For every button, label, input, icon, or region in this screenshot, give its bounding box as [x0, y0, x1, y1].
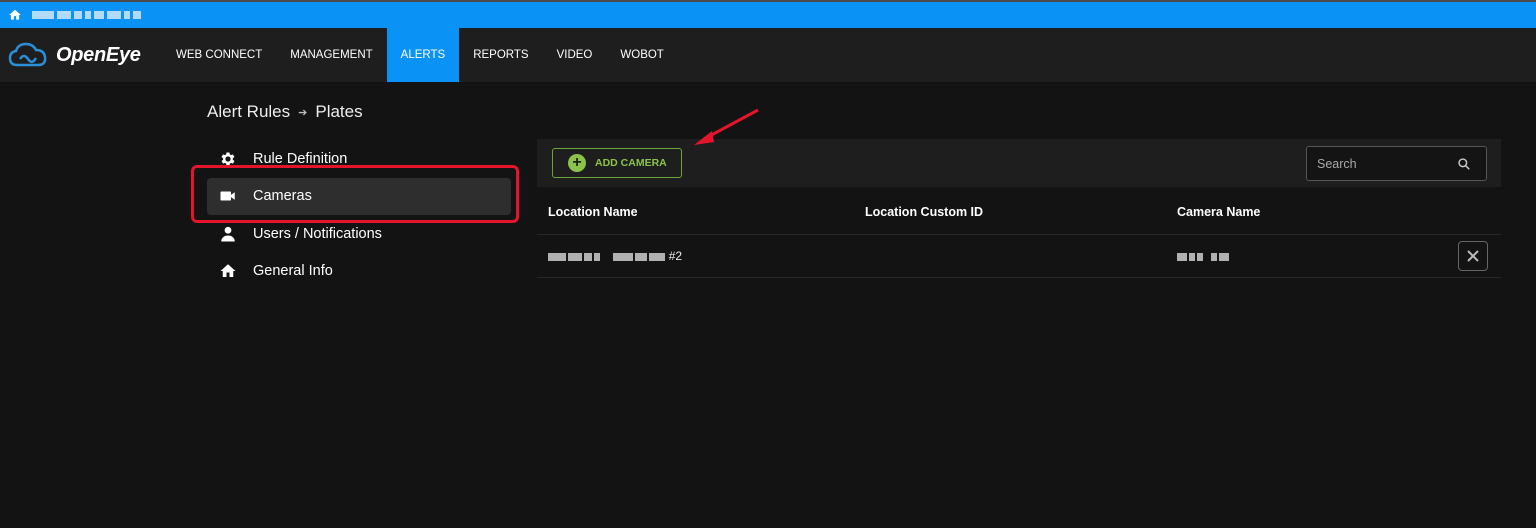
redacted-location-2: [613, 252, 666, 261]
nav-wobot[interactable]: WOBOT: [606, 28, 677, 82]
remove-camera-button[interactable]: [1458, 241, 1488, 271]
cloud-logo-icon: [8, 42, 47, 67]
table-row: #2: [537, 235, 1501, 278]
cell-location-name: #2: [548, 249, 682, 263]
video-camera-icon: [220, 191, 235, 201]
header-camera-name: Camera Name: [1177, 205, 1261, 219]
main-nav: OpenEye WEB CONNECT MANAGEMENT ALERTS RE…: [0, 28, 1536, 82]
cell-camera-name: [1177, 249, 1229, 263]
search-input[interactable]: [1317, 156, 1457, 171]
brand-logo[interactable]: OpenEye: [0, 41, 162, 69]
add-camera-button[interactable]: + ADD CAMERA: [552, 148, 682, 178]
sidebar-item-label: Cameras: [253, 188, 312, 205]
breadcrumb: Alert Rules ➔ Plates: [207, 102, 363, 122]
sidebar-item-label: General Info: [253, 263, 333, 280]
nav-management[interactable]: MANAGEMENT: [276, 28, 386, 82]
home-icon[interactable]: [8, 8, 22, 22]
sidebar-item-label: Rule Definition: [253, 150, 348, 167]
breadcrumb-parent[interactable]: Alert Rules: [207, 102, 290, 122]
home-icon: [220, 264, 236, 278]
add-camera-label: ADD CAMERA: [595, 157, 667, 169]
nav-reports[interactable]: REPORTS: [459, 28, 542, 82]
search-box: [1306, 146, 1487, 181]
close-icon: [1467, 250, 1479, 262]
nav-web-connect[interactable]: WEB CONNECT: [162, 28, 276, 82]
gear-icon: [221, 152, 235, 166]
sidebar-item-label: Users / Notifications: [253, 225, 382, 242]
redacted-camera-name: [1177, 252, 1229, 261]
sidebar-item-general-info[interactable]: General Info: [207, 253, 511, 291]
sidebar-item-rule-definition[interactable]: Rule Definition: [207, 140, 511, 178]
plus-circle-icon: +: [568, 154, 586, 172]
sidebar-item-cameras[interactable]: Cameras: [207, 177, 511, 215]
top-bar: [0, 0, 1536, 28]
redacted-location: [548, 252, 600, 261]
table-header: Location Name Location Custom ID Camera …: [537, 190, 1501, 235]
header-location-name: Location Name: [548, 205, 638, 219]
header-location-custom-id: Location Custom ID: [865, 205, 984, 219]
user-icon: [221, 226, 235, 242]
nav-video[interactable]: VIDEO: [543, 28, 607, 82]
redacted-title: [32, 11, 141, 19]
nav-alerts[interactable]: ALERTS: [386, 28, 460, 82]
cameras-table: Location Name Location Custom ID Camera …: [537, 190, 1501, 278]
sidebar-item-users-notifications[interactable]: Users / Notifications: [207, 215, 511, 253]
location-suffix: #2: [668, 249, 683, 263]
camera-toolbar: + ADD CAMERA: [537, 139, 1501, 187]
breadcrumb-current: Plates: [315, 102, 363, 121]
arrow-right-icon: ➔: [298, 106, 308, 119]
search-icon[interactable]: [1457, 157, 1471, 171]
brand-name: OpenEye: [56, 43, 141, 66]
rule-sidebar: Rule Definition Cameras Users / Notifica…: [207, 140, 511, 290]
